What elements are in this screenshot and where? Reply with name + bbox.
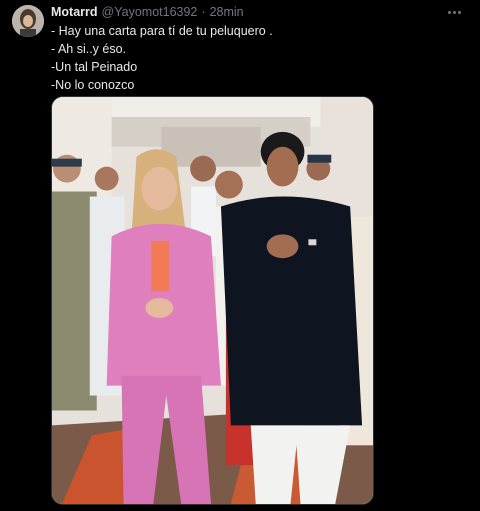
tweet-line: - Hay una carta para tí de tu peluquero … — [51, 24, 273, 38]
timestamp[interactable]: 28min — [210, 4, 244, 20]
more-icon[interactable] — [444, 6, 464, 18]
avatar[interactable] — [12, 5, 44, 37]
photo-illustration — [52, 97, 373, 504]
tweet-line: -No lo conozco — [51, 78, 135, 92]
author-name[interactable]: Motarrd — [51, 4, 98, 20]
author-handle[interactable]: @Yayomot16392 — [102, 4, 198, 20]
tweet-text: - Hay una carta para tí de tu peluquero … — [51, 22, 273, 94]
more-dot — [447, 10, 451, 14]
more-dot — [452, 10, 456, 14]
tweet-line: -Un tal Peinado — [51, 60, 138, 74]
more-dot — [457, 10, 461, 14]
tweet-line: - Ah si..y éso. — [51, 42, 127, 56]
separator-dot: · — [201, 5, 206, 19]
tweet: Motarrd @Yayomot16392 · 28min - Hay una … — [0, 0, 480, 511]
tweet-photo[interactable] — [51, 96, 374, 505]
tweet-header: Motarrd @Yayomot16392 · 28min — [51, 4, 244, 20]
